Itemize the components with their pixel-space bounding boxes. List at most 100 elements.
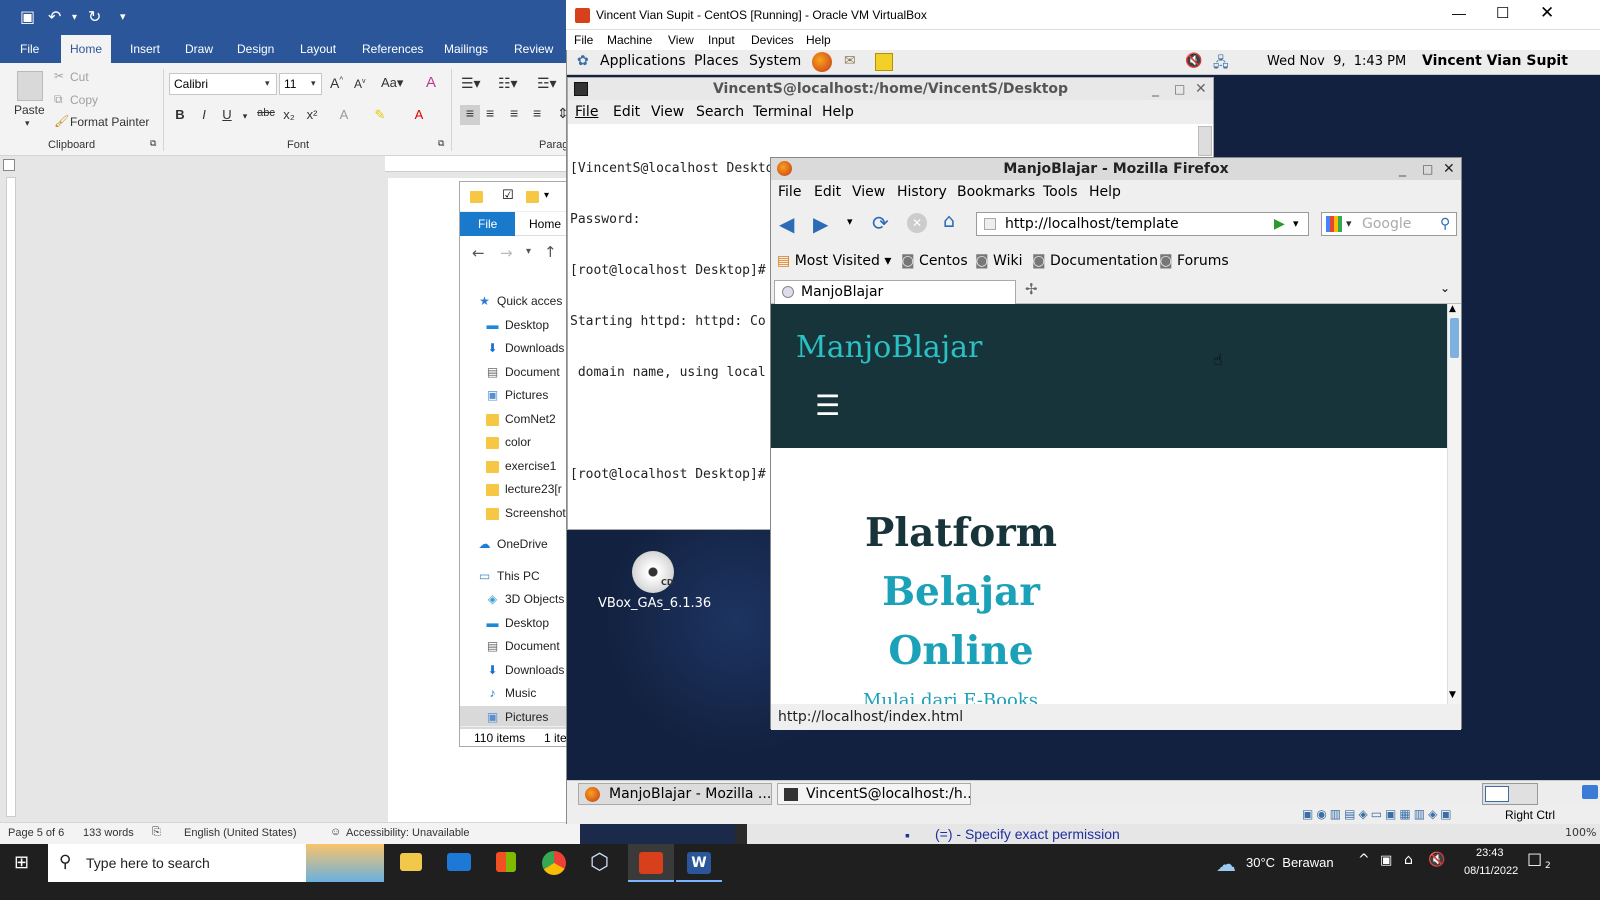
nav-item[interactable]: ▤ Document xyxy=(460,361,581,384)
tab-insert[interactable]: Insert xyxy=(121,35,169,63)
chevron-down-icon[interactable]: ▾ xyxy=(544,190,549,201)
word-count[interactable]: 133 words xyxy=(83,827,134,839)
tab-design[interactable]: Design xyxy=(228,35,283,63)
explorer-tab-file[interactable]: File xyxy=(460,212,515,236)
zoom-level[interactable]: 100% xyxy=(1565,826,1596,839)
url-dropdown-icon[interactable]: ▾ xyxy=(1293,213,1299,235)
underline-dropdown-icon[interactable]: ▾ xyxy=(236,111,254,122)
mail-launcher-icon[interactable]: ✉ xyxy=(844,53,856,69)
chevron-down-icon[interactable]: ▾ xyxy=(265,78,270,89)
up-icon[interactable]: ↑ xyxy=(544,243,557,261)
camera-icon[interactable]: ▣ xyxy=(1380,853,1392,868)
minimize-icon[interactable]: _ xyxy=(1152,78,1159,100)
accessibility-status[interactable]: Accessibility: Unavailable xyxy=(346,827,470,839)
nav-item[interactable]: lecture23[r xyxy=(460,478,581,501)
undo-dropdown-icon[interactable]: ▾ xyxy=(72,12,77,23)
site-brand[interactable]: ManjoBlajar xyxy=(796,330,982,365)
superscript-icon[interactable]: x² xyxy=(303,107,321,122)
nav-item[interactable]: ComNet2 xyxy=(460,408,581,431)
term-menu-view[interactable]: View xyxy=(651,100,684,124)
nav-item[interactable]: ▭ This PC xyxy=(460,565,581,588)
network-icon[interactable]: ⌂ xyxy=(1404,852,1413,868)
vbox-menu-file[interactable]: File xyxy=(574,33,593,47)
multilevel-list-icon[interactable]: ☲▾ xyxy=(537,75,557,92)
term-menu-terminal[interactable]: Terminal xyxy=(753,100,812,124)
nav-item[interactable]: ▬ Desktop xyxy=(460,314,581,337)
recent-locations-icon[interactable]: ▾ xyxy=(526,246,531,257)
chevron-up-icon[interactable]: ^ xyxy=(1358,852,1370,868)
back-icon[interactable]: ← xyxy=(472,244,485,262)
grow-font-icon[interactable]: A^ xyxy=(330,75,343,91)
search-icon[interactable]: ⚲ xyxy=(1440,213,1450,235)
volume-muted-icon[interactable]: 🔇 xyxy=(1428,852,1445,868)
bookmark-most-visited[interactable]: ▤ Most Visited ▾ xyxy=(777,246,891,276)
customize-qa-icon[interactable]: ▾ xyxy=(120,10,126,23)
close-icon[interactable]: ✕ xyxy=(1195,78,1207,100)
tab-selector-icon[interactable] xyxy=(3,159,15,171)
maximize-icon[interactable]: □ xyxy=(1174,78,1185,100)
ff-menu-bookmarks[interactable]: Bookmarks xyxy=(957,180,1035,204)
nav-item[interactable]: ★ Quick acces xyxy=(460,290,581,313)
text-effects-icon[interactable]: A xyxy=(335,107,353,122)
language-status[interactable]: English (United States) xyxy=(184,827,297,839)
home-icon[interactable]: ⌂ xyxy=(943,210,955,232)
menu-system[interactable]: System xyxy=(749,53,801,69)
bookmark-centos[interactable]: ◙ Centos xyxy=(901,246,968,276)
term-menu-edit[interactable]: Edit xyxy=(613,100,640,124)
close-icon[interactable]: ✕ xyxy=(1443,158,1455,180)
weather-text[interactable]: 30°C Berawan xyxy=(1246,855,1334,870)
reload-icon[interactable]: ⟳ xyxy=(872,211,889,235)
maximize-icon[interactable]: □ xyxy=(1422,158,1433,180)
properties-icon[interactable]: ☑ xyxy=(502,188,514,203)
desktop-icon-label[interactable]: VBox_GAs_6.1.36 xyxy=(598,596,711,611)
paste-button[interactable]: Paste xyxy=(14,103,45,117)
bookmark-wiki[interactable]: ◙ Wiki xyxy=(975,246,1022,276)
page-scrollbar[interactable]: ▲ ▼ xyxy=(1447,304,1461,704)
term-menu-file[interactable]: File xyxy=(575,100,598,124)
bold-icon[interactable]: B xyxy=(171,107,189,122)
bookmark-documentation[interactable]: ◙ Documentation xyxy=(1032,246,1158,276)
store-icon[interactable] xyxy=(496,852,516,872)
save-icon[interactable]: ▣ xyxy=(20,7,35,26)
shrink-font-icon[interactable]: Av xyxy=(354,77,366,91)
ff-menu-edit[interactable]: Edit xyxy=(814,180,841,204)
explorer-tab-home[interactable]: Home xyxy=(529,212,561,236)
minimize-icon[interactable]: _ xyxy=(1399,158,1406,180)
workspace-switcher[interactable] xyxy=(1482,783,1538,805)
tab-home[interactable]: Home xyxy=(61,35,112,63)
ff-menu-file[interactable]: File xyxy=(778,180,801,204)
windows-start-icon[interactable]: ⊞ xyxy=(14,852,29,873)
nav-item[interactable]: ⬇ Downloads xyxy=(460,659,581,682)
search-box[interactable]: ▾ Google ⚲ xyxy=(1321,212,1457,236)
gnome-clock[interactable]: Wed Nov 9, 1:43 PM xyxy=(1267,54,1406,69)
gnome-user[interactable]: Vincent Vian Supit xyxy=(1422,53,1568,69)
format-painter-button[interactable]: Format Painter xyxy=(70,115,149,129)
ff-menu-history[interactable]: History xyxy=(897,180,947,204)
tab-layout[interactable]: Layout xyxy=(291,35,345,63)
bookmark-forums[interactable]: ◙ Forums xyxy=(1159,246,1229,276)
tab-draw[interactable]: Draw xyxy=(176,35,222,63)
taskbar-virtualbox-active[interactable] xyxy=(628,844,674,882)
clock-date[interactable]: 08/11/2022 xyxy=(1464,865,1518,877)
tab-review[interactable]: Review xyxy=(505,35,562,63)
nav-item[interactable]: ⬇ Downloads xyxy=(460,337,581,360)
minimize-icon[interactable]: — xyxy=(1452,5,1466,21)
volume-muted-icon[interactable]: 🔇 xyxy=(1185,53,1202,69)
nav-item[interactable]: ♪ Music xyxy=(460,682,581,705)
new-tab-icon[interactable]: ✢ xyxy=(1025,280,1038,298)
virtualbox-icon[interactable]: ⬡ xyxy=(590,851,609,875)
trash-icon[interactable] xyxy=(1582,785,1598,799)
tab-mailings[interactable]: Mailings xyxy=(435,35,497,63)
clock-time[interactable]: 23:43 xyxy=(1476,847,1504,859)
subscript-icon[interactable]: x₂ xyxy=(280,107,298,122)
stop-icon[interactable]: ✕ xyxy=(907,213,927,233)
ff-menu-view[interactable]: View xyxy=(852,180,885,204)
nav-item[interactable]: ▣ Pictures xyxy=(460,384,581,407)
close-icon[interactable]: ✕ xyxy=(1540,3,1554,23)
italic-icon[interactable]: I xyxy=(195,107,213,122)
align-right-icon[interactable]: ≡ xyxy=(510,105,518,121)
undo-icon[interactable]: ↶ xyxy=(48,7,61,26)
vbox-menu-help[interactable]: Help xyxy=(806,33,831,47)
paste-dropdown-icon[interactable]: ▾ xyxy=(25,118,30,129)
hamburger-menu-icon[interactable]: ☰ xyxy=(815,392,840,420)
